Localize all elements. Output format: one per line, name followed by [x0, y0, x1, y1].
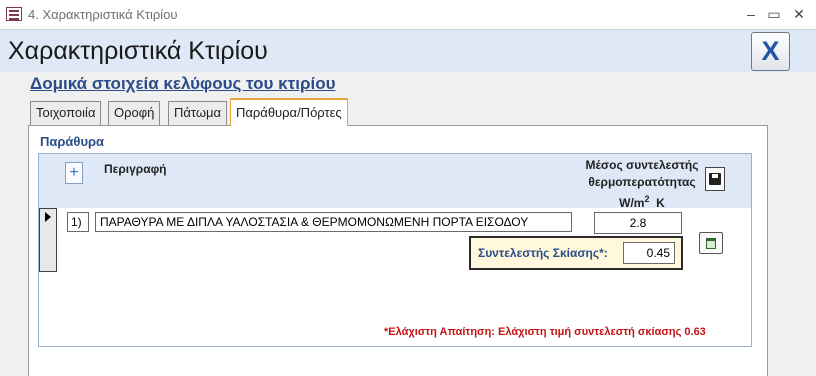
shading-coefficient-field[interactable]: 0.45 — [623, 242, 675, 264]
close-form-button[interactable]: X — [751, 32, 790, 71]
section-label-windows: Παράθυρα — [40, 134, 105, 149]
floppy-disk-icon — [709, 173, 721, 185]
add-record-button[interactable]: + — [65, 162, 83, 184]
windows-subform: + Περιγραφή Μέσος συντελεστής θερμοπερατ… — [38, 153, 752, 347]
window-title: 4. Χαρακτηριστικά Κτιρίου — [28, 7, 178, 22]
u-header-line1: Μέσος συντελεστής — [585, 158, 699, 172]
tab-floor[interactable]: Πάτωμα — [168, 101, 228, 125]
shading-coefficient-label: Συντελεστής Σκίασης*: — [478, 246, 608, 260]
form-header: Χαρακτηριστικά Κτιρίου X — [0, 30, 816, 72]
subform-header: + Περιγραφή Μέσος συντελεστής θερμοπερατ… — [39, 154, 751, 210]
column-header-description: Περιγραφή — [104, 162, 167, 176]
save-button[interactable] — [705, 167, 725, 191]
page-subheading: Δομικά στοιχεία κελύφους του κτιρίου — [30, 74, 336, 93]
tab-windows-doors[interactable]: Παράθυρα/Πόρτες — [230, 98, 348, 126]
tab-walls[interactable]: Τοιχοποιία — [30, 101, 102, 125]
min-requirement-note: *Ελάχιστη Απαίτηση: Ελάχιστη τιμή συντελ… — [384, 326, 706, 338]
recycle-bin-icon — [706, 238, 716, 249]
column-header-u-value: Μέσος συντελεστής θερμοπερατότητας W/m2 … — [574, 157, 710, 212]
record-pointer-icon — [45, 212, 51, 222]
u-header-line2: θερμοπερατότητας — [588, 175, 696, 189]
form-icon — [6, 7, 22, 21]
minimize-button[interactable]: – — [740, 4, 762, 24]
tab-roof[interactable]: Οροφή — [108, 101, 161, 125]
description-field[interactable]: ΠΑΡΑΘΥΡΑ ΜΕ ΔΙΠΛΑ ΥΑΛΟΣΤΑΣΙΑ & ΘΕΡΜΟΜΟΝΩ… — [95, 212, 572, 232]
shading-coefficient-box: Συντελεστής Σκίασης*: 0.45 — [469, 236, 683, 270]
window-titlebar: 4. Χαρακτηριστικά Κτιρίου – ▭ ✕ — [0, 0, 816, 30]
plus-icon: + — [69, 164, 79, 181]
delete-record-button[interactable] — [699, 232, 723, 254]
u-value-field[interactable]: 2.8 — [594, 212, 682, 234]
window-close-button[interactable]: ✕ — [788, 4, 810, 24]
form-title: Χαρακτηριστικά Κτιρίου — [8, 37, 268, 65]
maximize-button[interactable]: ▭ — [763, 4, 785, 24]
u-header-unit: W/m2 K — [619, 194, 665, 210]
row-number: 1) — [67, 212, 89, 232]
record-selector[interactable] — [39, 208, 57, 272]
